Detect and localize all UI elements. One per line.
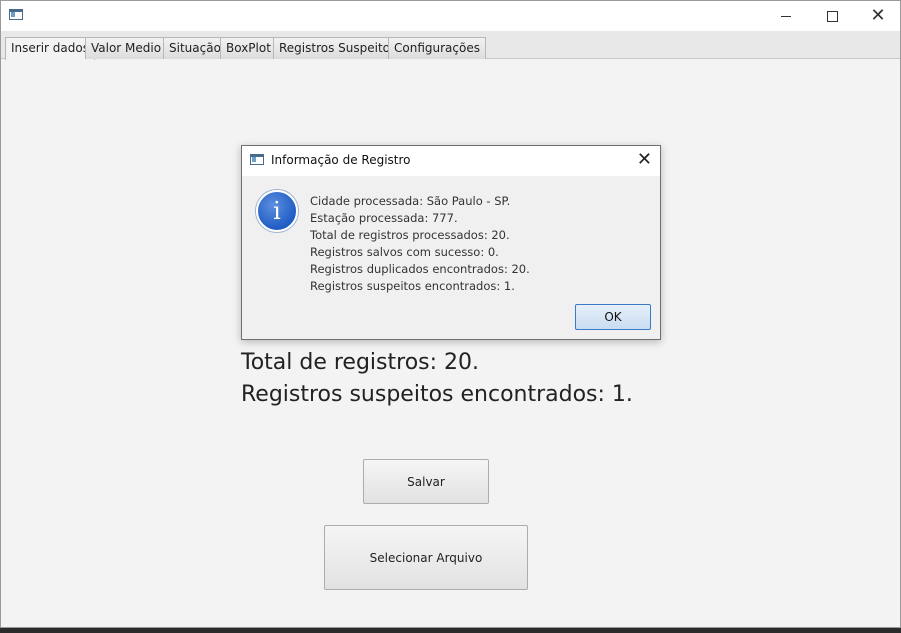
tab-registros-suspeitos[interactable]: Registros Suspeitos <box>273 37 403 59</box>
suspeitos-line: Registros suspeitos encontrados: 1. <box>310 279 515 293</box>
total-registros-label: Total de registros: 20. <box>241 350 480 375</box>
ok-button[interactable]: OK <box>575 304 651 330</box>
duplicados-line: Registros duplicados encontrados: 20. <box>310 262 530 276</box>
salvos-line: Registros salvos com sucesso: 0. <box>310 245 499 259</box>
estacao-line: Estação processada: 777. <box>310 211 458 225</box>
main-window: ✕ Inserir dados Valor Medio Situação Box… <box>0 0 901 628</box>
tab-bar: Inserir dados Valor Medio Situação BoxPl… <box>1 31 900 60</box>
close-icon: ✕ <box>870 5 886 26</box>
close-button[interactable]: ✕ <box>855 1 901 31</box>
taskbar-edge <box>0 628 901 633</box>
dialog-message: Cidade processada: São Paulo - SP. Estaç… <box>310 193 530 295</box>
info-dialog: Informação de Registro ✕ i Cidade proces… <box>241 145 661 340</box>
minimize-icon <box>781 15 791 17</box>
title-bar[interactable]: ✕ <box>1 1 900 31</box>
maximize-icon <box>826 10 838 22</box>
tab-situacao[interactable]: Situação <box>163 37 227 59</box>
tab-valor-medio[interactable]: Valor Medio <box>85 37 168 59</box>
dialog-title: Informação de Registro <box>271 153 411 167</box>
tab-boxplot[interactable]: BoxPlot <box>220 37 277 59</box>
minimize-button[interactable] <box>763 1 809 31</box>
cidade-line: Cidade processada: São Paulo - SP. <box>310 194 511 208</box>
salvar-button[interactable]: Salvar <box>363 459 489 504</box>
app-icon <box>9 9 23 20</box>
registros-suspeitos-label: Registros suspeitos encontrados: 1. <box>241 382 633 407</box>
tab-inserir-dados[interactable]: Inserir dados <box>5 37 95 60</box>
selecionar-arquivo-button[interactable]: Selecionar Arquivo <box>324 525 528 590</box>
information-icon: i <box>256 190 298 232</box>
dialog-close-icon[interactable]: ✕ <box>637 150 652 170</box>
tab-configuracoes[interactable]: Configurações <box>388 37 486 59</box>
maximize-button[interactable] <box>809 1 855 31</box>
dialog-app-icon <box>250 154 264 165</box>
total-processados-line: Total de registros processados: 20. <box>310 228 510 242</box>
dialog-title-bar[interactable]: Informação de Registro ✕ <box>242 146 660 176</box>
